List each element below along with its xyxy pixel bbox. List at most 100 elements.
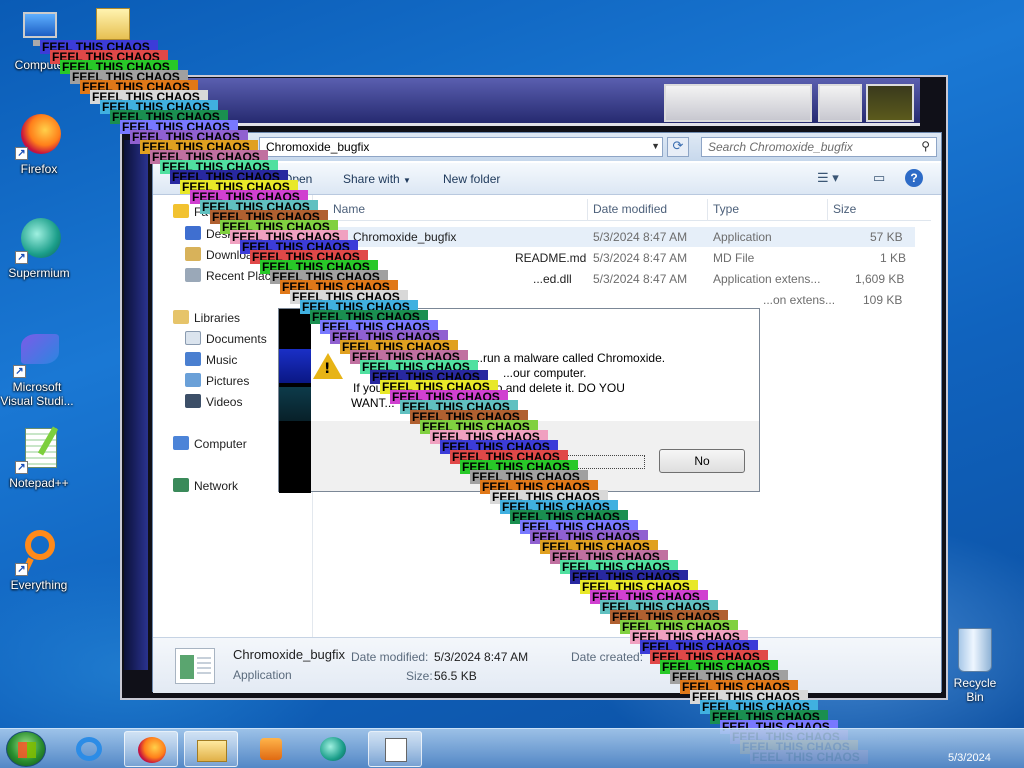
search-placeholder: Search Chromoxide_bugfix bbox=[708, 140, 853, 154]
file-name: ...ed.dll bbox=[533, 272, 572, 286]
nav-network[interactable]: Network bbox=[173, 477, 238, 495]
firefox-icon[interactable] bbox=[124, 731, 178, 767]
pictures-icon bbox=[185, 373, 201, 387]
column-date-modified[interactable]: Date modified bbox=[593, 202, 667, 216]
refresh-icon[interactable]: ⟳ bbox=[667, 137, 689, 157]
glitched-box bbox=[818, 84, 862, 122]
help-icon[interactable]: ? bbox=[905, 169, 923, 187]
desktop-icon-supermium[interactable]: ↗ Supermium bbox=[2, 216, 76, 280]
music-icon bbox=[185, 352, 201, 366]
chevron-down-icon: ▼ bbox=[403, 176, 411, 185]
dialog-line: WANT... bbox=[351, 396, 395, 410]
nav-favorites[interactable]: Favorites bbox=[173, 203, 243, 221]
table-row[interactable]: ...ed.dll 5/3/2024 8:47 AM Application e… bbox=[315, 269, 915, 289]
desktop-icon-label: Supermium bbox=[8, 266, 70, 280]
nav-videos[interactable]: Videos bbox=[185, 393, 242, 411]
details-pane: Chromoxide_bugfix Application Date modif… bbox=[153, 637, 941, 693]
desktop-icon-notepadpp[interactable]: ↗ Notepad++ bbox=[2, 426, 76, 490]
downloads-icon bbox=[185, 247, 201, 261]
shortcut-arrow-icon: ↗ bbox=[15, 563, 28, 576]
column-header: Name Date modified Type Size bbox=[315, 199, 931, 221]
nav-label: Music bbox=[206, 353, 238, 367]
focused-button-outline[interactable] bbox=[559, 455, 645, 469]
desktop-icon-visual-studio[interactable]: ↗ Microsoft Visual Studi... bbox=[0, 330, 74, 408]
desktop-icon-label: Everything bbox=[10, 578, 68, 592]
nav-recent-places[interactable]: Recent Places bbox=[185, 267, 283, 285]
everything-icon bbox=[25, 530, 55, 560]
column-size[interactable]: Size bbox=[833, 202, 856, 216]
file-name: Chromoxide_bugfix bbox=[353, 230, 457, 244]
taskbar bbox=[0, 728, 1024, 768]
nav-pictures[interactable]: Pictures bbox=[185, 372, 249, 390]
desktop-icon-firefox[interactable]: ↗ Firefox bbox=[2, 112, 76, 176]
file-size: 1,609 KB bbox=[855, 272, 905, 286]
desktop-icon-computer[interactable]: Computer bbox=[4, 8, 78, 72]
recycle-bin-icon bbox=[958, 628, 992, 672]
desktop-icon-label: Recycle Bin bbox=[953, 676, 997, 704]
glitched-box bbox=[866, 84, 914, 122]
computer-icon bbox=[173, 436, 189, 450]
desktop-icon-recycle-bin[interactable]: Recycle Bin bbox=[944, 628, 1006, 704]
nav-downloads[interactable]: Downloads bbox=[185, 246, 265, 264]
share-with-button[interactable]: Share with ▼ bbox=[343, 172, 411, 186]
explorer-icon[interactable] bbox=[184, 731, 238, 767]
file-type: MD File bbox=[713, 251, 755, 265]
nav-label: Documents bbox=[206, 332, 267, 346]
table-row[interactable]: README.md 5/3/2024 8:47 AM MD File 1 KB bbox=[315, 248, 915, 268]
folder-icon[interactable] bbox=[96, 8, 130, 40]
column-name[interactable]: Name bbox=[333, 202, 365, 216]
file-size: 1 KB bbox=[880, 251, 907, 265]
desktop-icon-label: Notepad++ bbox=[9, 476, 69, 490]
internet-explorer-icon[interactable] bbox=[62, 731, 116, 767]
application-thumbnail-icon bbox=[175, 648, 215, 684]
no-button[interactable]: No bbox=[659, 449, 745, 473]
file-type: ...on extens... bbox=[763, 293, 836, 307]
search-input[interactable]: Search Chromoxide_bugfix ⚲ bbox=[701, 137, 937, 157]
open-button[interactable]: Open bbox=[283, 172, 312, 186]
table-row[interactable]: ...on extens... 109 KB bbox=[315, 290, 915, 310]
desktop-icon-label: Microsoft Visual Studi... bbox=[0, 380, 74, 408]
start-button[interactable] bbox=[6, 731, 46, 767]
dialog-message: ...run a malware called Chromoxide. ...o… bbox=[351, 351, 733, 411]
file-date: 5/3/2024 8:47 AM bbox=[593, 272, 688, 286]
address-field[interactable]: Chromoxide_bugfix ▼ bbox=[259, 137, 663, 157]
file-type: Application extens... bbox=[713, 272, 821, 286]
glitched-box bbox=[664, 84, 812, 122]
file-date: 5/3/2024 8:47 AM bbox=[593, 251, 688, 265]
supermium-icon[interactable] bbox=[306, 731, 360, 767]
nav-music[interactable]: Music bbox=[185, 351, 237, 369]
column-type[interactable]: Type bbox=[713, 202, 739, 216]
nav-label: Desktop bbox=[206, 227, 251, 241]
new-folder-button[interactable]: New folder bbox=[443, 172, 500, 186]
preview-pane-icon[interactable]: ▭ bbox=[873, 170, 885, 186]
warning-exclamation: ! bbox=[324, 361, 331, 377]
details-date-modified: 5/3/2024 8:47 AM bbox=[434, 650, 529, 664]
tray-clock[interactable]: 5/3/2024 bbox=[948, 752, 991, 764]
documents-icon bbox=[185, 331, 201, 345]
file-size: 109 KB bbox=[863, 293, 903, 307]
details-file-kind: Application bbox=[233, 668, 292, 682]
nav-computer[interactable]: Computer bbox=[173, 435, 247, 453]
table-row[interactable]: Chromoxide_bugfix 5/3/2024 8:47 AM Appli… bbox=[315, 227, 915, 247]
view-options-icon[interactable]: ☰ ▾ bbox=[817, 170, 839, 186]
details-file-name: Chromoxide_bugfix bbox=[233, 647, 346, 662]
nav-desktop[interactable]: Desktop bbox=[185, 225, 250, 243]
dialog-app-icon[interactable] bbox=[368, 731, 422, 767]
desktop-icon bbox=[185, 226, 201, 240]
chevron-down-icon[interactable]: ▼ bbox=[651, 141, 660, 151]
desktop-icon-label: Computer bbox=[14, 58, 68, 72]
search-icon[interactable]: ⚲ bbox=[921, 139, 930, 153]
glitched-block bbox=[279, 387, 311, 421]
media-player-icon[interactable] bbox=[244, 731, 298, 767]
nav-documents[interactable]: Documents bbox=[185, 330, 267, 348]
nav-label: Network bbox=[194, 479, 239, 493]
file-date: 5/3/2024 8:47 AM bbox=[593, 230, 688, 244]
desktop-icon-label: Firefox bbox=[20, 162, 58, 176]
nav-libraries[interactable]: Libraries bbox=[173, 309, 240, 327]
share-with-label: Share with bbox=[343, 172, 400, 186]
dialog-line: ...our computer. bbox=[503, 366, 587, 380]
details-size: 56.5 KB bbox=[434, 669, 477, 683]
desktop-icon-everything[interactable]: ↗ Everything bbox=[2, 528, 76, 592]
address-bar-row: Chromoxide_bugfix ▼ ⟳ Search Chromoxide_… bbox=[153, 133, 941, 161]
shortcut-arrow-icon: ↗ bbox=[15, 461, 28, 474]
